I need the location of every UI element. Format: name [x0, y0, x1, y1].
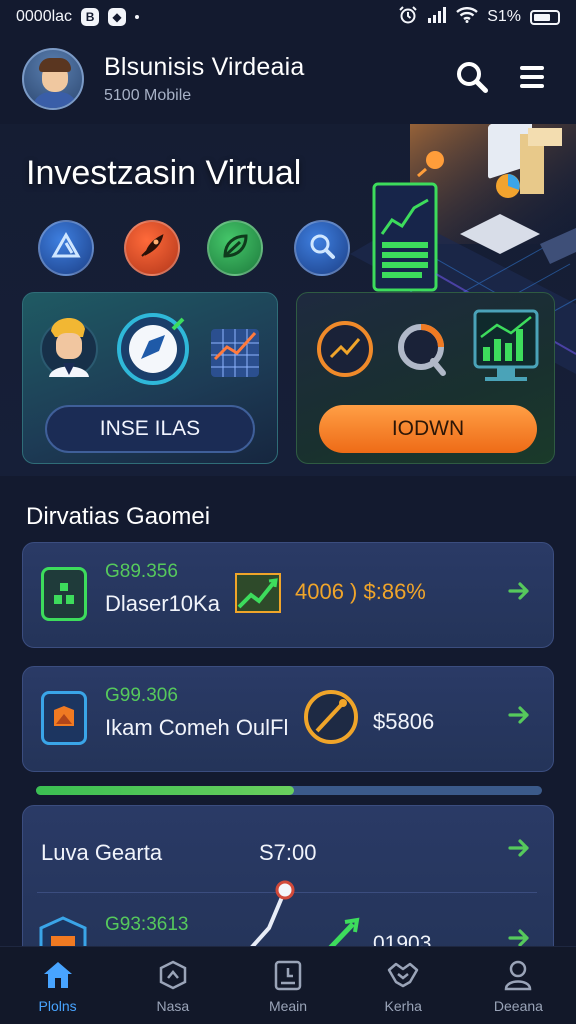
list-item-name: Dlaser10Ka — [105, 591, 220, 616]
status-left: 0000lac B ◆ — [16, 8, 140, 26]
status-time: 0000lac — [16, 8, 73, 25]
notification-shield-icon: ◆ — [108, 8, 127, 26]
rocket-icon — [136, 230, 168, 267]
nav-label-kerha: Kerha — [384, 997, 422, 1014]
progress-fill — [36, 786, 295, 795]
battery-icon — [530, 9, 560, 25]
nav-label-profile: Deeana — [493, 997, 543, 1014]
wifi-icon — [456, 6, 479, 28]
search-button[interactable] — [450, 57, 494, 101]
list-item-arrow[interactable] — [505, 579, 533, 607]
banner-title: Investzasin Virtual — [26, 154, 302, 192]
status-bar: 0000lac B ◆ S1% — [0, 0, 576, 34]
avatar[interactable] — [22, 48, 84, 110]
nav-item-meain[interactable]: Meain — [230, 947, 345, 1024]
trend-chart-icon — [235, 573, 281, 618]
alarm-icon — [398, 5, 418, 29]
list-item-value: $5806 — [373, 709, 435, 734]
user-icon — [501, 958, 535, 992]
cube-icon — [156, 958, 190, 992]
chart-illustration — [39, 880, 360, 964]
list-item[interactable]: G99.306 Ikam Comeh OulFl $5806 — [22, 666, 554, 772]
card-right-illustration — [317, 309, 539, 381]
handshake-icon — [386, 958, 420, 992]
quick-action-rocket[interactable] — [124, 220, 180, 276]
app-header: Blsunisis Virdeaia 5100 Mobile — [0, 34, 576, 124]
list-item-name: Ikam Comeh OulFl — [105, 715, 289, 740]
list-item[interactable]: G89.356 Dlaser10Ka 4006 ) $:86% — [22, 542, 554, 648]
status-right: S1% — [398, 5, 560, 29]
gauge-icon — [303, 689, 359, 750]
list-item-value: 4006 ) $:86% — [295, 579, 426, 605]
calendar-icon — [271, 958, 305, 992]
card-right-button[interactable]: IODWN — [319, 405, 537, 453]
hero-banner: Investzasin Virtual INSE ILAS IODWN — [0, 124, 576, 476]
home-icon — [41, 958, 75, 992]
chart-row-amount: G93:3613 — [105, 914, 189, 935]
card-left-illustration — [40, 313, 259, 385]
nav-item-home[interactable]: Plolns — [0, 947, 115, 1024]
feature-card-left[interactable]: INSE ILAS — [22, 292, 278, 464]
search-icon — [455, 60, 489, 99]
list-item-arrow[interactable] — [505, 703, 533, 731]
nav-label-meain: Meain — [268, 997, 308, 1014]
header-text: Blsunisis Virdeaia 5100 Mobile — [104, 53, 434, 105]
list-item-value-text: 4006 ) $:86% — [295, 579, 426, 604]
nav-label-home: Plolns — [38, 997, 77, 1014]
chart-card[interactable]: Luva Gearta S7:00 G93:3613 01903 — [22, 805, 554, 965]
bottom-nav: Plolns Nasa Meain Kerha Deeana — [0, 946, 576, 1024]
menu-button[interactable] — [510, 57, 554, 101]
triangle-icon — [51, 231, 81, 266]
feature-card-right[interactable]: IODWN — [296, 292, 555, 464]
wallet-icon — [41, 567, 87, 621]
notification-b-icon: B — [81, 8, 100, 26]
notification-dot-icon — [135, 15, 140, 19]
shield-chart-icon — [41, 691, 87, 745]
section-title: Dirvatias Gaomei — [26, 503, 211, 530]
nav-item-kerha[interactable]: Kerha — [346, 947, 461, 1024]
quick-action-leaf[interactable] — [207, 220, 263, 276]
quick-action-search[interactable] — [294, 220, 350, 276]
progress-bar — [36, 786, 542, 795]
app-subtitle: 5100 Mobile — [104, 87, 192, 104]
nav-label-nasa: Nasa — [156, 997, 190, 1014]
magnifier-icon — [307, 231, 337, 266]
chevron-right-icon — [508, 580, 530, 607]
card-left-button[interactable]: INSE ILAS — [45, 405, 255, 453]
menu-icon — [518, 64, 546, 95]
quick-action-triangle[interactable] — [38, 220, 94, 276]
list-item-amount: G99.306 — [105, 685, 178, 706]
list-item-amount: G89.356 — [105, 561, 178, 582]
chevron-right-icon — [508, 704, 530, 731]
nav-item-nasa[interactable]: Nasa — [115, 947, 230, 1024]
signal-icon — [427, 6, 447, 28]
nav-item-profile[interactable]: Deeana — [461, 947, 576, 1024]
app-title: Blsunisis Virdeaia — [104, 53, 305, 81]
battery-percent: S1% — [487, 8, 521, 25]
leaf-icon — [220, 231, 250, 266]
